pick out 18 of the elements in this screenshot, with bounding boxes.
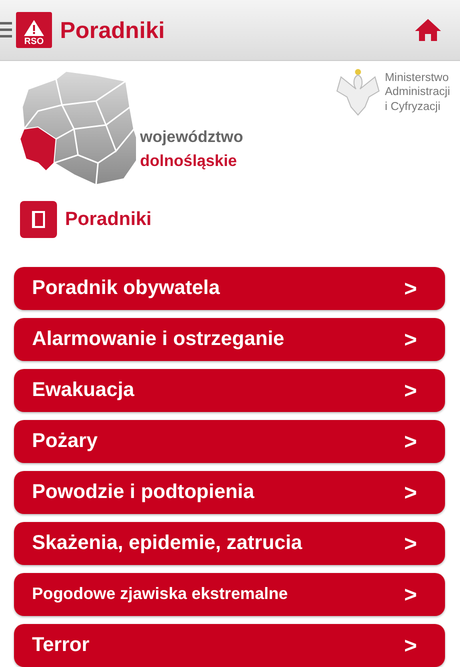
section-title: Poradniki <box>65 208 152 230</box>
app-logo: RSO <box>16 12 52 48</box>
guide-item[interactable]: Poradnik obywatela > <box>14 267 445 310</box>
guide-item[interactable]: Ewakuacja > <box>14 369 445 412</box>
book-icon <box>20 201 57 238</box>
guide-item[interactable]: Terror > <box>14 624 445 667</box>
guide-item[interactable]: Alarmowanie i ostrzeganie > <box>14 318 445 361</box>
screen-title: Poradniki <box>60 16 166 44</box>
menu-icon[interactable] <box>0 21 12 40</box>
home-icon[interactable] <box>414 18 442 42</box>
region-name: dolnośląskie <box>140 153 238 172</box>
guide-item[interactable]: Pogodowe zjawiska ekstremalne > <box>14 573 445 616</box>
ministry-name: Ministerstwo Administracji i Cyfryzacji <box>384 71 450 114</box>
guide-item[interactable]: Skażenia, epidemie, zatrucia > <box>14 522 445 565</box>
region-label: województwo <box>140 129 244 148</box>
eagle-emblem-icon <box>334 67 381 118</box>
guide-item[interactable]: Pożary > <box>14 420 445 463</box>
guide-item[interactable]: Powodzie i podtopienia > <box>14 471 445 514</box>
